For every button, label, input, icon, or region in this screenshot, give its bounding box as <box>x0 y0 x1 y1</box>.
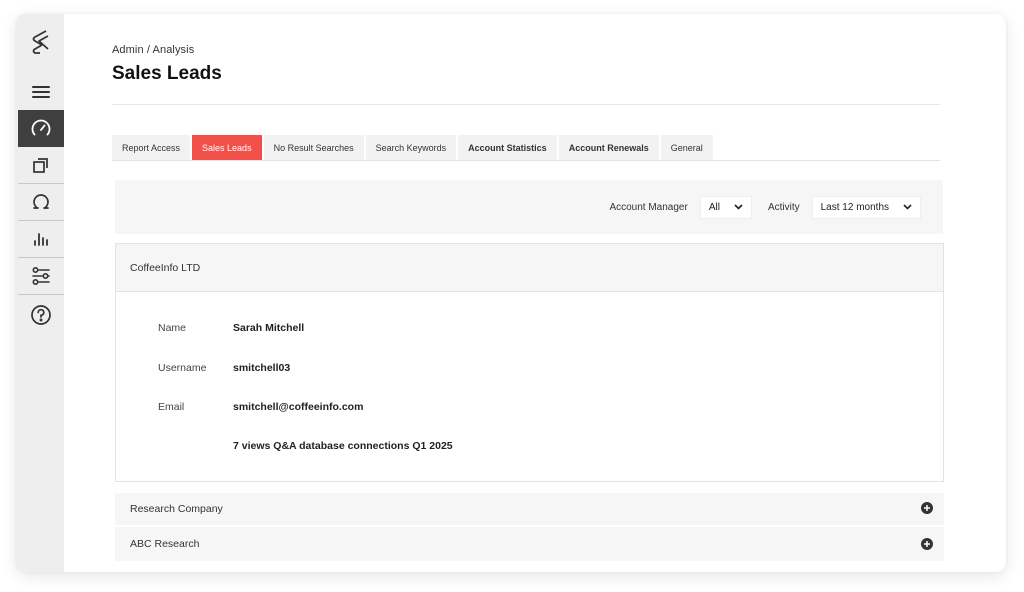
username-label: Username <box>158 362 207 374</box>
activity-select[interactable]: Last 12 months <box>811 195 921 219</box>
lead-accordion-item[interactable]: Research Company <box>115 493 944 525</box>
email-label: Email <box>158 401 185 413</box>
account-manager-select[interactable]: All <box>699 195 752 219</box>
name-label: Name <box>158 322 187 334</box>
lead-username-row: Username smitchell03 <box>158 362 290 374</box>
copy-windows-icon[interactable] <box>18 147 64 184</box>
lead-accordion-item[interactable]: ABC Research <box>115 527 944 561</box>
username-value: smitchell03 <box>233 362 291 374</box>
tab-account-renewals[interactable]: Account Renewals <box>558 135 659 160</box>
tab-report-access[interactable]: Report Access <box>112 135 191 160</box>
lead-card-expanded: CoffeeInfo LTD Name Sarah Mitchell Usern… <box>115 243 944 482</box>
header-divider <box>112 104 940 105</box>
name-value: Sarah Mitchell <box>233 322 305 334</box>
tab-sales-leads[interactable]: Sales Leads <box>192 135 262 160</box>
dashboard-gauge-icon[interactable] <box>18 110 64 147</box>
activity-value: Last 12 months <box>820 201 889 213</box>
expand-plus-icon[interactable] <box>921 538 933 550</box>
expand-plus-icon[interactable] <box>921 502 933 514</box>
activity-summary: 7 views Q&A database connections Q1 2025 <box>233 440 453 452</box>
tab-no-result-searches[interactable]: No Result Searches <box>263 135 364 160</box>
chevron-down-icon <box>903 204 912 210</box>
filter-bar: Account Manager All Activity Last 12 mon… <box>115 180 943 234</box>
account-manager-value: All <box>708 201 720 213</box>
sliders-icon[interactable] <box>18 258 64 295</box>
bar-chart-icon[interactable] <box>18 221 64 258</box>
activity-label: Activity <box>767 201 800 213</box>
lead-email-row: Email smitchell@coffeeinfo.com <box>158 401 363 413</box>
app-window: Admin / Analysis Sales Leads Report Acce… <box>16 14 1006 572</box>
lead-company-header[interactable]: CoffeeInfo LTD <box>116 244 943 292</box>
tab-bar: Report Access Sales Leads No Result Sear… <box>112 135 940 161</box>
lead-activity-row: 7 views Q&A database connections Q1 2025 <box>158 440 453 452</box>
sidebar <box>16 14 64 572</box>
brand-logo-icon[interactable] <box>16 24 64 60</box>
account-manager-label: Account Manager <box>609 201 688 213</box>
omega-icon[interactable] <box>18 184 64 221</box>
page-title: Sales Leads <box>112 63 222 84</box>
chevron-down-icon <box>734 204 743 210</box>
breadcrumb: Admin / Analysis <box>112 44 195 56</box>
main-content: Admin / Analysis Sales Leads Report Acce… <box>64 14 1006 572</box>
tab-search-keywords[interactable]: Search Keywords <box>365 135 457 160</box>
hamburger-menu-icon[interactable] <box>18 74 64 111</box>
lead-company-name: ABC Research <box>130 538 200 550</box>
email-value: smitchell@coffeeinfo.com <box>233 401 364 413</box>
lead-company-name: Research Company <box>130 503 223 515</box>
tab-general[interactable]: General <box>660 135 713 160</box>
lead-name-row: Name Sarah Mitchell <box>158 322 304 334</box>
tab-account-statistics[interactable]: Account Statistics <box>458 135 557 160</box>
help-icon[interactable] <box>18 296 64 333</box>
